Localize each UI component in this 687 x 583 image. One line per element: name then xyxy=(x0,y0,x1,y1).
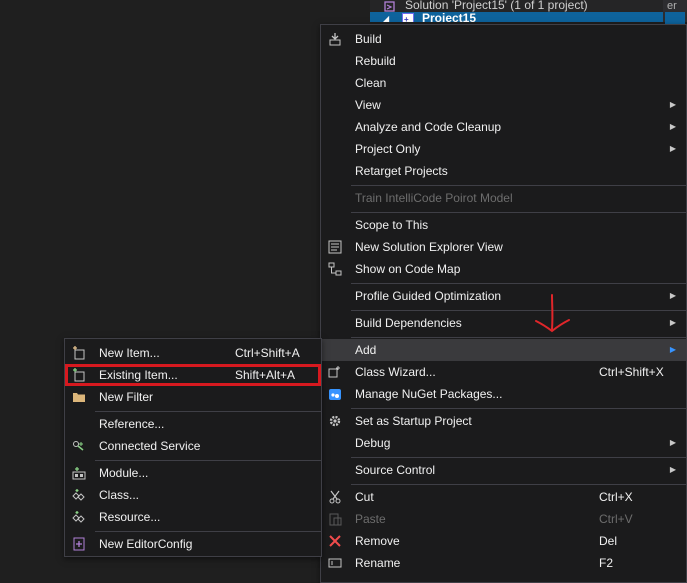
menu-item-show-on-code-map[interactable]: Show on Code Map xyxy=(321,258,686,280)
solution-icon xyxy=(384,0,396,12)
new-item-icon xyxy=(72,346,86,360)
annotation-arrow-icon xyxy=(535,294,570,333)
submenu-arrow-icon: ▶ xyxy=(669,100,676,109)
menu-separator xyxy=(351,310,686,311)
menu-item-new-solution-explorer-view[interactable]: New Solution Explorer View xyxy=(321,236,686,258)
menu-item-scope-to-this[interactable]: Scope to This xyxy=(321,214,686,236)
submenu-item-reference[interactable]: Reference... xyxy=(65,413,321,435)
menu-item-manage-nuget[interactable]: Manage NuGet Packages... xyxy=(321,383,686,405)
menu-separator xyxy=(351,212,686,213)
menu-item-class-wizard[interactable]: Class Wizard... Ctrl+Shift+X xyxy=(321,361,686,383)
submenu-separator xyxy=(95,460,321,461)
menu-separator xyxy=(351,457,686,458)
connected-service-icon xyxy=(72,439,86,453)
context-menu: Build Rebuild Clean View ▶ Analyze and C… xyxy=(320,24,687,583)
resource-icon xyxy=(72,510,86,524)
scissors-icon xyxy=(328,490,342,504)
submenu-arrow-icon: ▶ xyxy=(669,291,676,300)
module-icon xyxy=(72,466,86,480)
submenu-arrow-icon: ▶ xyxy=(669,438,676,447)
submenu-item-new-item[interactable]: New Item... Ctrl+Shift+A xyxy=(65,342,321,364)
code-map-icon xyxy=(328,262,342,276)
close-icon xyxy=(328,534,342,548)
submenu-item-module[interactable]: Module... xyxy=(65,462,321,484)
submenu-separator xyxy=(95,411,321,412)
menu-item-train-intellicode: Train IntelliCode Poirot Model xyxy=(355,191,513,205)
menu-item-build-dependencies[interactable]: Build Dependencies ▶ xyxy=(321,312,686,334)
menu-item-cut[interactable]: Cut Ctrl+X xyxy=(321,486,686,508)
menu-item-retarget[interactable]: Retarget Projects xyxy=(321,160,686,182)
existing-item-icon xyxy=(72,368,86,382)
submenu-arrow-icon: ▶ xyxy=(669,465,676,474)
solution-label: Solution 'Project15' (1 of 1 project) xyxy=(405,0,588,12)
menu-separator xyxy=(351,283,686,284)
build-icon xyxy=(328,32,342,46)
class-wizard-icon xyxy=(328,365,342,379)
submenu-item-resource[interactable]: Resource... xyxy=(65,506,321,528)
menu-item-project-only[interactable]: Project Only ▶ xyxy=(321,138,686,160)
explorer-right-edge: er xyxy=(663,0,687,24)
menu-item-profile-guided-optimization[interactable]: Profile Guided Optimization ▶ xyxy=(321,285,686,307)
project-label: Project15 xyxy=(422,11,477,22)
menu-item-debug[interactable]: Debug ▶ xyxy=(321,432,686,454)
menu-item-rebuild[interactable]: Rebuild xyxy=(321,50,686,72)
svg-text:+: + xyxy=(404,15,409,22)
menu-item-rename[interactable]: Rename F2 xyxy=(321,552,686,574)
solution-node[interactable]: Solution 'Project15' (1 of 1 project) xyxy=(370,0,663,12)
rename-icon xyxy=(328,556,342,570)
menu-item-add[interactable]: Add ▶ xyxy=(321,339,686,361)
submenu-arrow-icon: ▶ xyxy=(669,318,676,327)
gear-icon xyxy=(328,414,342,428)
menu-item-source-control[interactable]: Source Control ▶ xyxy=(321,459,686,481)
menu-item-clean[interactable]: Clean xyxy=(321,72,686,94)
nuget-icon xyxy=(328,387,342,401)
expand-arrow-icon[interactable]: ◢ xyxy=(383,13,389,22)
editorconfig-icon xyxy=(72,537,86,551)
submenu-item-new-editorconfig[interactable]: New EditorConfig xyxy=(65,533,321,555)
submenu-arrow-icon: ▶ xyxy=(669,122,676,131)
submenu-arrow-icon: ▶ xyxy=(669,345,676,354)
menu-item-set-startup[interactable]: Set as Startup Project xyxy=(321,410,686,432)
add-submenu: New Item... Ctrl+Shift+A Existing Item..… xyxy=(64,338,322,557)
menu-item-remove[interactable]: Remove Del xyxy=(321,530,686,552)
submenu-item-new-filter[interactable]: New Filter xyxy=(65,386,321,408)
menu-item-build[interactable]: Build xyxy=(321,28,686,50)
new-view-icon xyxy=(328,240,342,254)
class-icon xyxy=(72,488,86,502)
menu-item-view[interactable]: View ▶ xyxy=(321,94,686,116)
folder-icon xyxy=(72,390,86,404)
cpp-project-icon: + xyxy=(402,13,414,22)
menu-item-paste: Paste Ctrl+V xyxy=(321,508,686,530)
submenu-item-connected-service[interactable]: Connected Service xyxy=(65,435,321,457)
menu-separator xyxy=(351,185,686,186)
menu-item-analyze[interactable]: Analyze and Code Cleanup ▶ xyxy=(321,116,686,138)
submenu-item-existing-item[interactable]: Existing Item... Shift+Alt+A xyxy=(65,364,321,386)
submenu-arrow-icon: ▶ xyxy=(669,144,676,153)
solution-explorer: Solution 'Project15' (1 of 1 project) ◢ … xyxy=(370,0,663,22)
right-edge-text: er xyxy=(667,0,677,12)
menu-separator xyxy=(351,408,686,409)
submenu-item-class[interactable]: Class... xyxy=(65,484,321,506)
menu-separator xyxy=(351,337,686,338)
project-node[interactable]: ◢ + Project15 xyxy=(370,12,663,22)
submenu-separator xyxy=(95,531,321,532)
paste-icon xyxy=(328,512,342,526)
menu-separator xyxy=(351,484,686,485)
